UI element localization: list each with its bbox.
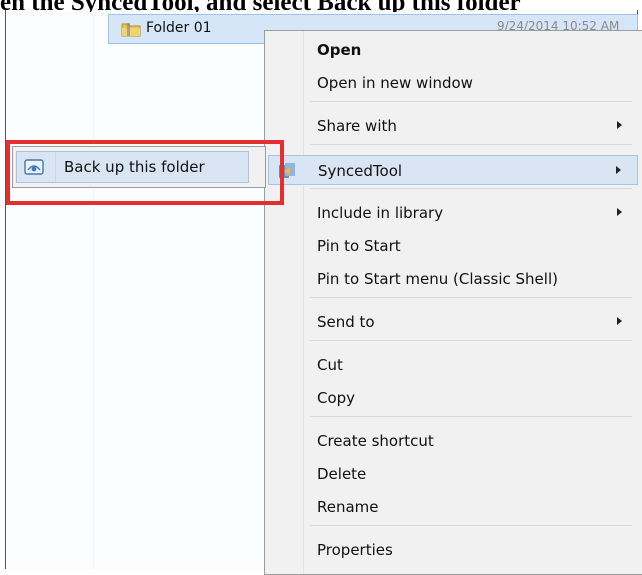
submenu-arrow-icon <box>617 208 622 216</box>
menu-item-open[interactable]: Open <box>268 35 638 65</box>
submenu-arrow-icon <box>617 121 622 129</box>
menu-item-pin-to-start-classic[interactable]: Pin to Start menu (Classic Shell) <box>268 264 638 294</box>
folder-name: Folder 01 <box>146 20 212 36</box>
menu-separator <box>310 340 632 341</box>
menu-item-open-in-new-window[interactable]: Open in new window <box>268 68 638 98</box>
menu-item-create-shortcut[interactable]: Create shortcut <box>268 426 638 456</box>
pane-divider <box>93 12 94 569</box>
menu-item-label: Include in library <box>317 204 444 222</box>
menu-item-send-to[interactable]: Send to <box>268 307 638 337</box>
folder-icon <box>121 23 141 37</box>
menu-item-share-with[interactable]: Share with <box>268 111 638 141</box>
menu-item-copy[interactable]: Copy <box>268 383 638 413</box>
menu-item-label: Share with <box>317 117 397 135</box>
menu-item-include-in-library[interactable]: Include in library <box>268 198 638 228</box>
menu-item-label: Open <box>317 41 362 59</box>
menu-item-rename[interactable]: Rename <box>268 492 638 522</box>
context-menu: Open Open in new window Share with Synce… <box>264 30 642 575</box>
highlight-callout-box <box>6 140 284 205</box>
menu-item-delete[interactable]: Delete <box>268 459 638 489</box>
menu-separator <box>310 101 632 102</box>
submenu-arrow-icon <box>617 317 622 325</box>
menu-item-label: Open in new window <box>317 74 473 92</box>
menu-separator <box>310 297 632 298</box>
menu-item-label: Cut <box>317 356 343 374</box>
menu-separator <box>310 144 632 145</box>
menu-item-label: Create shortcut <box>317 432 434 450</box>
menu-item-label: Pin to Start <box>317 237 401 255</box>
menu-item-properties[interactable]: Properties <box>268 535 638 565</box>
menu-item-pin-to-start[interactable]: Pin to Start <box>268 231 638 261</box>
menu-item-label: Pin to Start menu (Classic Shell) <box>317 270 558 288</box>
menu-item-label: Properties <box>317 541 393 559</box>
menu-item-cut[interactable]: Cut <box>268 350 638 380</box>
menu-item-label: SyncedTool <box>318 162 403 180</box>
menu-item-label: Rename <box>317 498 379 516</box>
menu-item-label: Delete <box>317 465 367 483</box>
menu-separator <box>310 525 632 526</box>
menu-separator <box>310 416 632 417</box>
window-frame-left <box>5 10 6 569</box>
menu-item-syncedtool[interactable]: SyncedTool <box>268 155 638 185</box>
submenu-arrow-icon <box>616 166 621 174</box>
menu-separator <box>310 188 632 189</box>
menu-item-label: Send to <box>317 313 375 331</box>
menu-item-label: Copy <box>317 389 356 407</box>
